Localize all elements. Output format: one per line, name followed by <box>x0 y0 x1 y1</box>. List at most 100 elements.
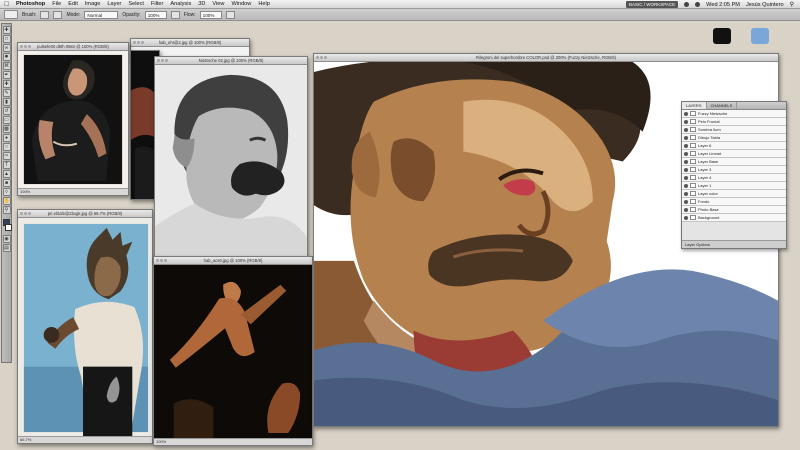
wifi-icon[interactable] <box>684 2 690 7</box>
tool-preset-picker[interactable] <box>4 10 18 19</box>
document-window-reference-2[interactable]: pri ehlafe@2bxgk.jpg @ 66.7% (RGB/8) 66.… <box>17 209 153 444</box>
visibility-eye-icon[interactable] <box>684 191 688 196</box>
path-select-tool-icon[interactable]: ▲ <box>2 170 11 178</box>
desktop-icon[interactable] <box>742 28 778 45</box>
zoom-tool-icon[interactable]: ⚲ <box>2 206 11 214</box>
layer-row[interactable]: Layer 3 <box>682 166 786 174</box>
brush-tool-icon[interactable]: ✎ <box>2 89 11 97</box>
layers-panel-footer[interactable]: Layer Options <box>682 240 786 248</box>
layer-row[interactable]: Layer color <box>682 190 786 198</box>
minimize-icon[interactable] <box>161 59 164 62</box>
visibility-eye-icon[interactable] <box>684 135 688 140</box>
close-icon[interactable] <box>20 45 23 48</box>
menu-select[interactable]: Select <box>128 1 144 7</box>
layer-row[interactable]: Pelo Frontal <box>682 118 786 126</box>
layer-row[interactable]: Photo Base <box>682 206 786 214</box>
close-icon[interactable] <box>316 56 319 59</box>
close-icon[interactable] <box>156 259 159 262</box>
crop-tool-icon[interactable]: ⌘ <box>2 62 11 70</box>
layer-row[interactable]: Layer 4 <box>682 174 786 182</box>
document-window-reference-3[interactable]: hab_acs0.jpg @ 100% (RGB/8) 100% <box>153 256 313 446</box>
layer-row[interactable]: Sombra Ilum <box>682 126 786 134</box>
workspace-switcher[interactable]: BASIC / WORKSPACE <box>625 1 679 8</box>
opacity-field[interactable]: 100% <box>144 10 167 19</box>
tab-layers[interactable]: LAYERS <box>682 102 707 109</box>
menu-help[interactable]: Help <box>258 1 270 7</box>
layer-row[interactable]: Background <box>682 214 786 222</box>
desktop-icon[interactable] <box>704 28 740 45</box>
volume-icon[interactable] <box>695 2 701 7</box>
visibility-eye-icon[interactable] <box>684 167 688 172</box>
menu-filter[interactable]: Filter <box>151 1 163 7</box>
clock[interactable]: Wed 2:05 PM <box>706 2 740 8</box>
minimize-icon[interactable] <box>24 212 27 215</box>
zoom-icon[interactable] <box>164 259 167 262</box>
visibility-eye-icon[interactable] <box>684 183 688 188</box>
history-brush-tool-icon[interactable]: ↺ <box>2 107 11 115</box>
menu-3d[interactable]: 3D <box>198 1 205 7</box>
blur-tool-icon[interactable]: ● <box>2 134 11 142</box>
zoom-icon[interactable] <box>28 45 31 48</box>
document-canvas[interactable] <box>18 218 152 436</box>
layer-row[interactable]: Fondo <box>682 198 786 206</box>
zoom-icon[interactable] <box>324 56 327 59</box>
menu-file[interactable]: File <box>52 1 61 7</box>
visibility-eye-icon[interactable] <box>684 215 688 220</box>
zoom-icon[interactable] <box>28 212 31 215</box>
layer-row[interactable]: Layer 1 <box>682 182 786 190</box>
zoom-icon[interactable] <box>141 41 144 44</box>
minimize-icon[interactable] <box>160 259 163 262</box>
menu-analysis[interactable]: Analysis <box>170 1 191 7</box>
eyedropper-tool-icon[interactable]: ✒ <box>2 71 11 79</box>
close-icon[interactable] <box>133 41 136 44</box>
apple-icon[interactable]:  <box>4 1 10 8</box>
document-window-portrait-photo[interactable]: Nietzsche 02.jpg @ 100% (RGB/8) 100% <box>154 56 308 264</box>
menu-edit[interactable]: Edit <box>68 1 78 7</box>
document-window-reference-1[interactable]: pulsefe00 d9th 08str @ 100% (RGB/8) 100% <box>17 42 129 196</box>
document-titlebar[interactable]: pri ehlafe@2bxgk.jpg @ 66.7% (RGB/8) <box>18 210 152 218</box>
minimize-icon[interactable] <box>24 45 27 48</box>
spotlight-icon[interactable]: ⚲ <box>790 1 794 8</box>
lasso-tool-icon[interactable]: ∞ <box>2 44 11 52</box>
layer-row[interactable]: Layer Lineart <box>682 150 786 158</box>
menu-image[interactable]: Image <box>85 1 101 7</box>
document-canvas[interactable] <box>155 65 307 256</box>
visibility-eye-icon[interactable] <box>684 119 688 124</box>
brush-panel-toggle[interactable] <box>53 10 63 19</box>
pressure-opacity-toggle[interactable] <box>170 10 180 19</box>
move-tool-icon[interactable]: ✚ <box>2 26 11 34</box>
document-canvas[interactable] <box>18 51 128 188</box>
3d-rotate-tool-icon[interactable]: ◊ <box>2 188 11 196</box>
document-titlebar[interactable]: Nietzsche 02.jpg @ 100% (RGB/8) <box>155 57 307 65</box>
type-tool-icon[interactable]: T <box>2 161 11 169</box>
visibility-eye-icon[interactable] <box>684 159 688 164</box>
document-canvas[interactable] <box>154 265 312 438</box>
layer-row[interactable]: Layer 6 <box>682 142 786 150</box>
visibility-eye-icon[interactable] <box>684 175 688 180</box>
visibility-eye-icon[interactable] <box>684 199 688 204</box>
marquee-tool-icon[interactable]: □ <box>2 35 11 43</box>
tab-channels[interactable]: CHANNELS <box>707 102 738 109</box>
minimize-icon[interactable] <box>137 41 140 44</box>
visibility-eye-icon[interactable] <box>684 151 688 156</box>
screen-mode-icon[interactable]: ▤ <box>2 244 11 252</box>
visibility-eye-icon[interactable] <box>684 207 688 212</box>
gradient-tool-icon[interactable]: ▩ <box>2 125 11 133</box>
healing-tool-icon[interactable]: ✚ <box>2 80 11 88</box>
airbrush-toggle[interactable] <box>225 10 235 19</box>
document-titlebar[interactable]: pulsefe00 d9th 08str @ 100% (RGB/8) <box>18 43 128 51</box>
layer-row[interactable]: Fuzzy Nietzsche <box>682 110 786 118</box>
shape-tool-icon[interactable]: ■ <box>2 179 11 187</box>
user-name[interactable]: Jesús Quintero <box>746 2 784 8</box>
close-icon[interactable] <box>20 212 23 215</box>
hand-tool-icon[interactable]: ✋ <box>2 197 11 205</box>
document-titlebar[interactable]: Rilegroni del superhombre COLOR.psd @ 20… <box>314 54 778 62</box>
pen-tool-icon[interactable]: ✑ <box>2 152 11 160</box>
visibility-eye-icon[interactable] <box>684 127 688 132</box>
menu-app-name[interactable]: Photoshop <box>16 1 45 7</box>
menu-view[interactable]: View <box>212 1 224 7</box>
visibility-eye-icon[interactable] <box>684 143 688 148</box>
layer-row[interactable]: Layer Base <box>682 158 786 166</box>
zoom-icon[interactable] <box>165 59 168 62</box>
clone-stamp-tool-icon[interactable]: ▮ <box>2 98 11 106</box>
